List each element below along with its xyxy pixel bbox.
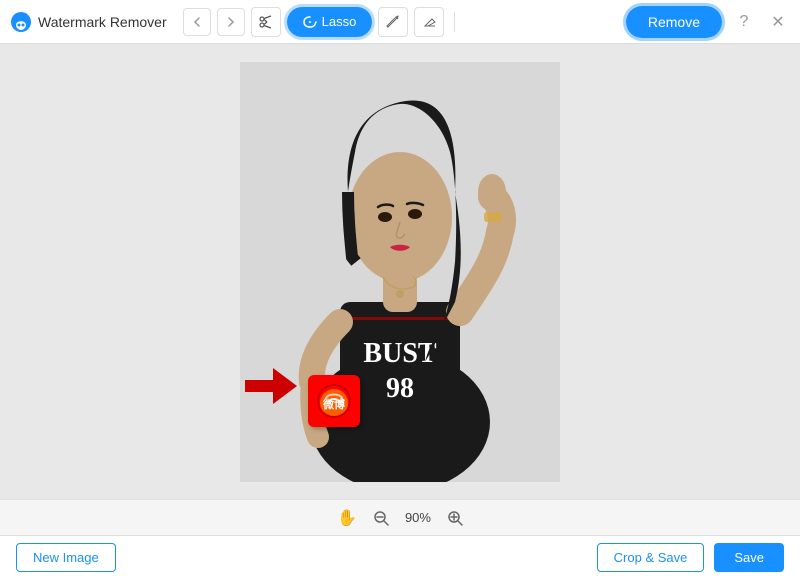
- lasso-button[interactable]: Lasso: [287, 7, 373, 37]
- remove-button[interactable]: Remove: [626, 6, 722, 38]
- bottom-right-actions: Crop & Save Save: [597, 543, 784, 572]
- new-image-button[interactable]: New Image: [16, 543, 116, 572]
- back-button[interactable]: [183, 8, 211, 36]
- arrow-head: [273, 368, 297, 404]
- lasso-label: Lasso: [322, 14, 357, 29]
- toolbar-separator: [454, 12, 455, 32]
- photo-display: BUST 98: [240, 62, 560, 482]
- status-bar: ✋ 90%: [0, 499, 800, 535]
- pen-tool-button[interactable]: [378, 7, 408, 37]
- arrow-tail: [245, 380, 273, 392]
- forward-button[interactable]: [217, 8, 245, 36]
- title-bar: Watermark Remover Lasso: [0, 0, 800, 44]
- watermark-arrow-indicator: [245, 368, 297, 404]
- bottom-bar: New Image Crop & Save Save: [0, 535, 800, 579]
- app-logo: [10, 11, 32, 33]
- eraser-tool-button[interactable]: [414, 7, 444, 37]
- close-button[interactable]: ✕: [766, 10, 790, 34]
- main-canvas-area: BUST 98: [0, 44, 800, 499]
- svg-text:BUST: BUST: [363, 338, 436, 369]
- weibo-watermark: 微博: [308, 375, 360, 427]
- zoom-in-button[interactable]: [447, 510, 463, 526]
- zoom-out-button[interactable]: [373, 510, 389, 526]
- save-button[interactable]: Save: [714, 543, 784, 572]
- canvas-container[interactable]: BUST 98: [240, 62, 560, 482]
- help-button[interactable]: ?: [732, 10, 756, 34]
- hand-tool-icon: ✋: [337, 508, 357, 528]
- svg-text:98: 98: [386, 373, 414, 404]
- zoom-value: 90%: [405, 510, 431, 525]
- toolbar: Lasso Remove: [183, 6, 722, 38]
- crop-save-button[interactable]: Crop & Save: [597, 543, 705, 572]
- cut-tool-button[interactable]: [251, 7, 281, 37]
- window-controls: ? ✕: [732, 10, 790, 34]
- app-title: Watermark Remover: [38, 14, 167, 30]
